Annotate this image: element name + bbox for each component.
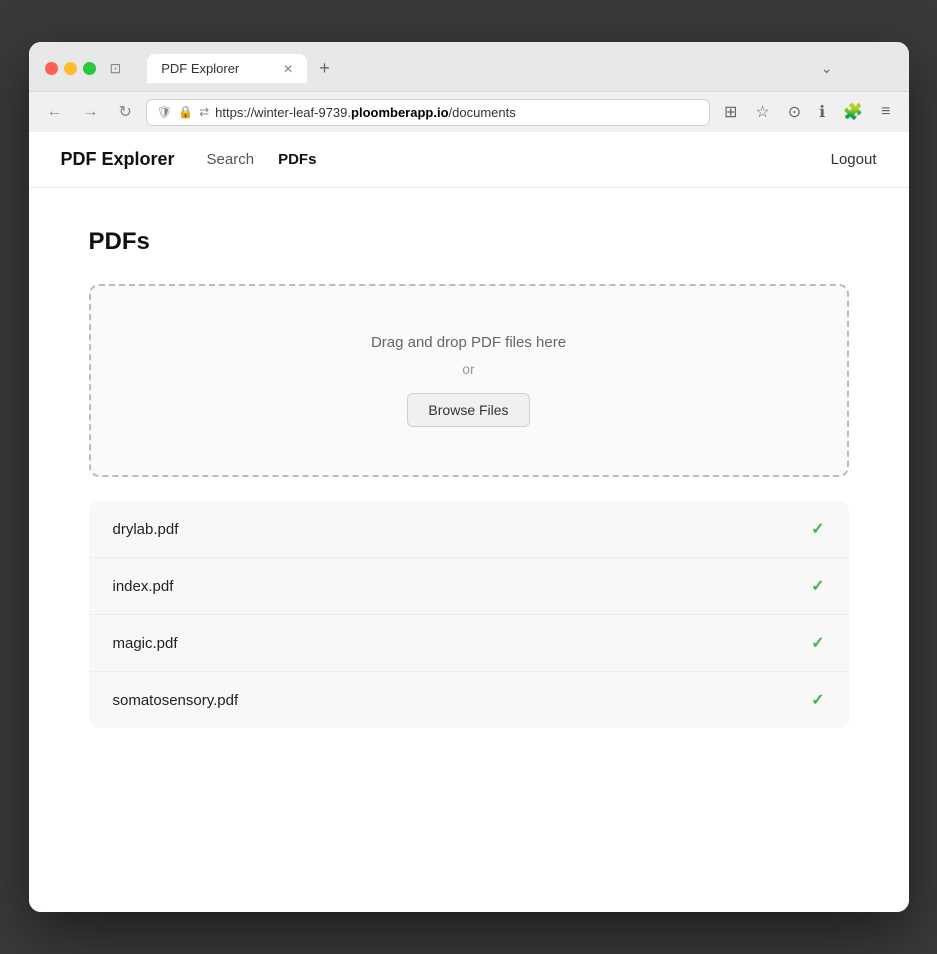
file-name: index.pdf	[113, 578, 174, 595]
shield-icon: 🛡	[157, 105, 172, 119]
tab-chevron-icon: ⌄	[821, 60, 833, 77]
bookmark-star-button[interactable]: ☆	[749, 98, 775, 126]
file-item-magic: magic.pdf ✓	[89, 615, 849, 672]
check-icon: ✓	[811, 633, 824, 653]
app-logo: PDF Explorer	[61, 149, 175, 170]
nav-search[interactable]: Search	[207, 147, 255, 172]
browser-chrome: ⊡ PDF Explorer ✕ + ⌄ ← → ↻ 🛡 🔒 ⇄ https:/…	[29, 42, 909, 132]
browse-files-button[interactable]: Browse Files	[407, 393, 529, 427]
back-button[interactable]: ←	[41, 99, 69, 125]
active-tab[interactable]: PDF Explorer ✕	[147, 54, 307, 83]
nav-bar: ← → ↻ 🛡 🔒 ⇄ https://winter-leaf-9739.plo…	[29, 91, 909, 132]
main-content: PDFs Drag and drop PDF files here or Bro…	[29, 188, 909, 768]
title-bar: ⊡ PDF Explorer ✕ + ⌄	[29, 42, 909, 91]
logout-button[interactable]: Logout	[831, 151, 877, 168]
drop-text: Drag and drop PDF files here	[115, 334, 823, 351]
drop-or-text: or	[115, 361, 823, 377]
browser-window: ⊡ PDF Explorer ✕ + ⌄ ← → ↻ 🛡 🔒 ⇄ https:/…	[29, 42, 909, 912]
grid-view-button[interactable]: ⊞	[718, 98, 743, 126]
file-list: drylab.pdf ✓ index.pdf ✓ magic.pdf ✓ som…	[89, 501, 849, 728]
lock-icon: 🔒	[178, 105, 193, 119]
pocket-button[interactable]: ⊙	[782, 98, 807, 126]
app-nav: PDF Explorer Search PDFs Logout	[29, 132, 909, 188]
reload-button[interactable]: ↻	[113, 98, 138, 126]
window-icon: ⊡	[110, 60, 122, 77]
account-button[interactable]: ℹ	[813, 98, 831, 126]
file-item-somatosensory: somatosensory.pdf ✓	[89, 672, 849, 728]
nav-pdfs[interactable]: PDFs	[278, 147, 316, 172]
check-icon: ✓	[811, 690, 824, 710]
check-icon: ✓	[811, 519, 824, 539]
site-info-icon: ⇄	[199, 105, 209, 119]
app-nav-right: Logout	[831, 151, 877, 169]
file-item-index: index.pdf ✓	[89, 558, 849, 615]
file-name: drylab.pdf	[113, 521, 179, 538]
extensions-button[interactable]: 🧩	[837, 98, 869, 126]
app-nav-links: Search PDFs	[207, 147, 317, 172]
file-name: somatosensory.pdf	[113, 692, 239, 709]
close-traffic-light[interactable]	[45, 62, 58, 75]
app-content: PDF Explorer Search PDFs Logout PDFs Dra…	[29, 132, 909, 912]
url-text: https://winter-leaf-9739.ploomberapp.io/…	[215, 105, 516, 120]
page-title: PDFs	[89, 228, 849, 256]
file-name: magic.pdf	[113, 635, 178, 652]
address-bar[interactable]: 🛡 🔒 ⇄ https://winter-leaf-9739.ploombera…	[146, 99, 710, 126]
tab-title: PDF Explorer	[161, 61, 239, 76]
file-item-drylab: drylab.pdf ✓	[89, 501, 849, 558]
traffic-lights	[45, 62, 96, 75]
forward-button[interactable]: →	[77, 99, 105, 125]
menu-button[interactable]: ≡	[875, 99, 896, 125]
drop-zone[interactable]: Drag and drop PDF files here or Browse F…	[89, 284, 849, 477]
nav-actions: ⊞ ☆ ⊙ ℹ 🧩 ≡	[718, 98, 897, 126]
new-tab-button[interactable]: +	[311, 54, 338, 83]
maximize-traffic-light[interactable]	[83, 62, 96, 75]
minimize-traffic-light[interactable]	[64, 62, 77, 75]
check-icon: ✓	[811, 576, 824, 596]
tab-bar: PDF Explorer ✕ + ⌄	[131, 54, 892, 83]
tab-close-icon[interactable]: ✕	[283, 62, 293, 76]
